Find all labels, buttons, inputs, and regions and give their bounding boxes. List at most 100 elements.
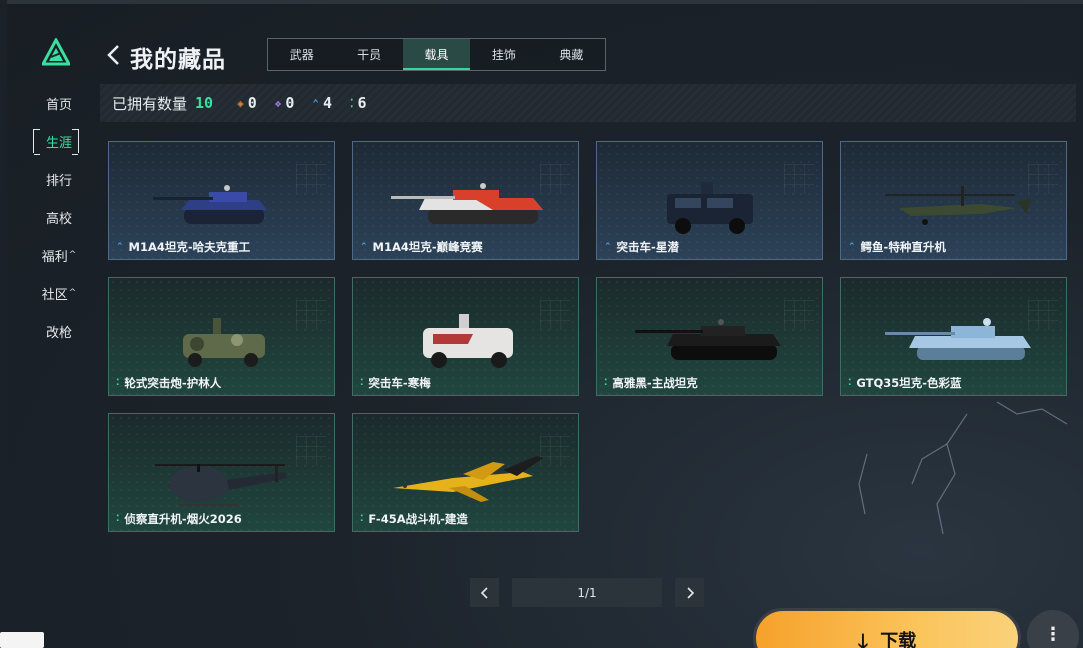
- vehicle-name-text: 侦察直升机-烟火2026: [124, 512, 242, 526]
- blue-chevron-icon: ⌃: [116, 242, 124, 252]
- prev-page-button[interactable]: [470, 578, 499, 607]
- category-tabs: 武器 干员 载具 挂饰 典藏: [267, 38, 606, 71]
- sidebar-item-ranking[interactable]: 排行: [30, 160, 88, 198]
- vehicle-name: ⌃ 鳄鱼-特种直升机: [848, 239, 946, 255]
- sidebar-item-label: 社区: [41, 287, 68, 303]
- delta-logo-icon[interactable]: [42, 38, 70, 66]
- vehicle-card[interactable]: ⌃ 鳄鱼-特种直升机: [840, 141, 1067, 260]
- stat-value: 4: [323, 94, 333, 112]
- stat-value: 0: [247, 94, 257, 112]
- sidebar-item-label: 福利: [41, 249, 68, 265]
- download-button[interactable]: 🡓 下载: [753, 608, 1021, 648]
- sidebar-item-community[interactable]: 社区 ^: [30, 274, 88, 312]
- vehicle-image: [423, 314, 513, 368]
- blue-chevron-icon: ⌃: [312, 96, 320, 110]
- sidebar-item-career[interactable]: 生涯: [30, 122, 88, 160]
- vehicle-card[interactable]: ⌃ M1A4坦克-哈夫克重工: [108, 141, 335, 260]
- purple-diamond-icon: ❖: [274, 96, 282, 110]
- download-arrow-icon: 🡓: [857, 629, 869, 648]
- vehicle-name: ⌃ M1A4坦克-巅峰竞赛: [360, 239, 483, 255]
- blue-chevron-icon: ⌃: [604, 242, 612, 252]
- stat-purple: ❖ 0: [275, 94, 295, 112]
- green-dots-icon: ⁚: [360, 514, 364, 524]
- blue-chevron-icon: ⌃: [360, 242, 368, 252]
- vehicle-card[interactable]: ⁚ GTQ35坦克-色彩蓝: [840, 277, 1067, 396]
- sidebar-item-college[interactable]: 高校: [30, 198, 88, 236]
- vehicle-image: [183, 318, 265, 367]
- caret-up-icon: ^: [68, 250, 77, 260]
- vehicle-card[interactable]: ⌃ M1A4坦克-巅峰竞赛: [352, 141, 579, 260]
- tab-operators[interactable]: 干员: [335, 39, 402, 70]
- green-dots-icon: ⁚: [604, 378, 608, 388]
- sidebar-item-label: 首页: [45, 97, 72, 113]
- stat-blue: ⌃ 4: [312, 94, 332, 112]
- vehicle-image: [885, 318, 1031, 360]
- vehicle-image: [153, 185, 267, 224]
- tab-collection[interactable]: 典藏: [538, 39, 605, 70]
- download-label: 下载: [880, 631, 917, 648]
- green-dots-icon: ⁚: [116, 514, 120, 524]
- chevron-left-icon: [480, 586, 488, 599]
- sidebar-item-label: 改枪: [45, 325, 72, 341]
- vehicle-image: [635, 319, 781, 360]
- vehicle-card[interactable]: ⁚ F-45A战斗机-建造: [352, 413, 579, 532]
- vehicle-name-text: 突击车-星潜: [616, 240, 679, 254]
- vehicle-name-text: M1A4坦克-巅峰竞赛: [372, 240, 483, 254]
- vehicle-image: [155, 464, 287, 506]
- stat-value: 6: [357, 94, 367, 112]
- vehicle-name-text: 突击车-寒梅: [368, 376, 431, 390]
- sidebar-item-gunsmith[interactable]: 改枪: [30, 312, 88, 350]
- vehicle-card[interactable]: ⁚ 轮式突击炮-护林人: [108, 277, 335, 396]
- sidebar-item-label: 高校: [45, 211, 72, 227]
- next-page-button[interactable]: [675, 578, 704, 607]
- vehicle-card[interactable]: ⁚ 侦察直升机-烟火2026: [108, 413, 335, 532]
- vehicle-name: ⁚ 侦察直升机-烟火2026: [116, 511, 242, 527]
- tooltip-fragment: [0, 632, 44, 648]
- green-dots-icon: ⁚: [360, 378, 364, 388]
- orange-diamond-icon: ◈: [237, 96, 244, 110]
- vehicle-image: [391, 183, 543, 224]
- page-indicator: 1/1: [512, 578, 662, 607]
- vehicle-name-text: F-45A战斗机-建造: [368, 512, 468, 526]
- green-dots-icon: ⁚: [116, 378, 120, 388]
- active-indicator: [33, 129, 79, 155]
- vehicle-image: [393, 456, 543, 502]
- vehicle-name-text: 鳄鱼-特种直升机: [860, 240, 946, 254]
- vehicle-name: ⌃ 突击车-星潜: [604, 239, 679, 255]
- tab-weapons[interactable]: 武器: [268, 39, 335, 70]
- owned-label: 已拥有数量: [112, 94, 188, 113]
- vehicle-name-text: 高雅黑-主战坦克: [612, 376, 698, 390]
- vehicle-name-text: 轮式突击炮-护林人: [124, 376, 222, 390]
- stat-green: ⁚ 6: [350, 94, 367, 112]
- stat-value: 0: [285, 94, 295, 112]
- tab-vehicles[interactable]: 载具: [402, 39, 471, 70]
- vehicle-card[interactable]: ⁚ 高雅黑-主战坦克: [596, 277, 823, 396]
- chevron-left-icon[interactable]: [104, 43, 124, 67]
- sidebar-item-home[interactable]: 首页: [30, 84, 88, 122]
- vehicle-name-text: M1A4坦克-哈夫克重工: [128, 240, 251, 254]
- vehicle-name: ⌃ M1A4坦克-哈夫克重工: [116, 239, 250, 255]
- tab-charms[interactable]: 挂饰: [470, 39, 537, 70]
- stats-bar: 已拥有数量 10 ◈ 0 ❖ 0 ⌃ 4 ⁚ 6: [100, 84, 1076, 122]
- vehicle-name: ⁚ 高雅黑-主战坦克: [604, 375, 698, 391]
- vehicle-image: [667, 182, 753, 234]
- sidebar-item-label: 排行: [45, 173, 72, 189]
- vehicle-image: [885, 186, 1031, 225]
- green-dots-icon: ⁚: [848, 378, 852, 388]
- stat-orange: ◈ 0: [237, 94, 257, 112]
- vehicle-card[interactable]: ⌃ 突击车-星潜: [596, 141, 823, 260]
- caret-up-icon: ^: [68, 288, 77, 298]
- vehicle-name: ⁚ F-45A战斗机-建造: [360, 511, 468, 527]
- owned-count: 10: [195, 94, 214, 112]
- vehicle-name-text: GTQ35坦克-色彩蓝: [856, 376, 962, 390]
- sidebar-nav: 首页 生涯 排行 高校 福利 ^ 社区 ^ 改枪: [30, 84, 88, 350]
- chevron-right-icon: [686, 586, 694, 599]
- green-dots-icon: ⁚: [350, 96, 354, 110]
- vehicle-name: ⁚ 轮式突击炮-护林人: [116, 375, 221, 391]
- blue-chevron-icon: ⌃: [848, 242, 856, 252]
- vehicle-name: ⁚ 突击车-寒梅: [360, 375, 431, 391]
- sidebar-item-welfare[interactable]: 福利 ^: [30, 236, 88, 274]
- page-title: 我的藏品: [130, 47, 226, 73]
- vehicle-name: ⁚ GTQ35坦克-色彩蓝: [848, 375, 962, 391]
- vehicle-card[interactable]: ⁚ 突击车-寒梅: [352, 277, 579, 396]
